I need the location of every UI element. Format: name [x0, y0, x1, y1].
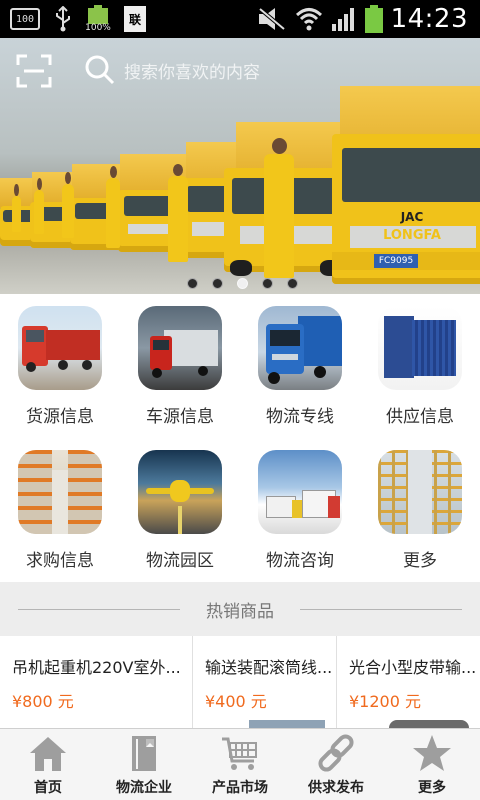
tab-logistics-companies[interactable]: 物流企业 — [96, 729, 192, 800]
category-label: 供应信息 — [386, 407, 454, 427]
tab-label: 首页 — [34, 780, 62, 796]
search-icon[interactable] — [84, 54, 116, 86]
red-truck-image — [18, 306, 102, 390]
status-bar: 100 100% 联 14:23 — [0, 0, 480, 38]
wifi-icon — [295, 8, 322, 31]
cargo-truck-image — [138, 306, 222, 390]
carousel-dot[interactable] — [186, 278, 198, 289]
worker — [264, 138, 294, 278]
mute-icon — [258, 7, 285, 31]
carousel-dot-active[interactable] — [236, 278, 248, 289]
product-card[interactable]: 光合小型皮带输... ¥1200 元 — [336, 636, 480, 728]
category-purchase-info[interactable]: 求购信息 — [0, 438, 120, 582]
usb-icon — [56, 6, 70, 32]
product-thumbnail — [389, 720, 469, 728]
tab-supply-demand[interactable]: 供求发布 — [288, 729, 384, 800]
search-input[interactable]: 搜索你喜欢的内容 — [124, 58, 260, 83]
building-icon — [132, 736, 156, 771]
worker — [106, 166, 120, 248]
tab-label: 更多 — [418, 780, 446, 796]
cart-icon — [222, 737, 257, 770]
battery-icon — [364, 5, 383, 33]
tab-product-market[interactable]: 产品市场 — [192, 729, 288, 800]
carousel-indicator — [0, 278, 480, 292]
category-supply-info[interactable]: 供应信息 — [360, 294, 480, 438]
container-image — [378, 306, 462, 390]
product-name: 光合小型皮带输... — [349, 658, 477, 677]
category-logistics-park[interactable]: 物流园区 — [120, 438, 240, 582]
truck-model: LONGFA — [383, 228, 441, 243]
product-price: ¥1200 元 — [349, 692, 421, 711]
warehouse-image — [18, 450, 102, 534]
tab-more[interactable]: 更多 — [384, 729, 480, 800]
signal-icon — [331, 8, 354, 31]
category-more[interactable]: 更多 — [360, 438, 480, 582]
worker — [62, 172, 74, 238]
hot-products-list: 吊机起重机220V室外... ¥800 元 输送装配滚筒线... ¥400 元 … — [0, 636, 480, 728]
link-icon — [318, 734, 354, 772]
status-right: 14:23 — [257, 4, 468, 34]
scan-icon[interactable] — [16, 54, 52, 88]
blue-truck-image — [258, 306, 342, 390]
product-name: 吊机起重机220V室外... — [12, 658, 181, 677]
airplane-image — [138, 450, 222, 534]
storage-racks-image — [378, 450, 462, 534]
category-label: 求购信息 — [26, 551, 94, 571]
banner-carousel[interactable]: JAC LONGFA FC9095 搜索你喜欢的内容 — [0, 38, 480, 294]
status-left: 100 100% 联 — [10, 5, 146, 33]
main-truck: JAC LONGFA FC9095 — [332, 134, 480, 284]
product-name: 输送装配滚筒线... — [205, 658, 333, 677]
carousel-dot[interactable] — [286, 278, 298, 289]
category-cargo-info[interactable]: 货源信息 — [0, 294, 120, 438]
divider — [300, 609, 462, 610]
category-label: 物流咨询 — [266, 551, 334, 571]
category-label: 物流园区 — [146, 551, 214, 571]
hot-products-header: 热销商品 — [0, 582, 480, 636]
category-label: 更多 — [403, 551, 437, 571]
worker — [34, 178, 44, 234]
carousel-dot[interactable] — [261, 278, 273, 289]
notification-badge: 100 — [10, 8, 40, 30]
home-icon — [30, 737, 66, 771]
carousel-dot[interactable] — [211, 278, 223, 289]
worker — [12, 184, 21, 232]
category-label: 车源信息 — [146, 407, 214, 427]
category-logistics-consult[interactable]: 物流咨询 — [240, 438, 360, 582]
tab-home[interactable]: 首页 — [0, 729, 96, 800]
worker — [168, 164, 188, 262]
search-bar[interactable]: 搜索你喜欢的内容 — [0, 38, 480, 102]
category-label: 物流专线 — [266, 407, 334, 427]
document-icon: 联 — [124, 6, 146, 32]
battery-full-icon: 100% — [85, 5, 111, 33]
clock: 14:23 — [390, 4, 468, 34]
trucks-sky-image — [258, 450, 342, 534]
tab-label: 供求发布 — [308, 780, 364, 796]
category-vehicle-info[interactable]: 车源信息 — [120, 294, 240, 438]
category-grid: 货源信息 车源信息 物流专线 供应信息 求购信息 物流园区 物流咨询 更多 — [0, 294, 480, 582]
tab-label: 物流企业 — [116, 780, 172, 796]
bottom-tab-bar: 首页 物流企业 产品市场 供求发布 更多 — [0, 728, 480, 800]
category-label: 货源信息 — [26, 407, 94, 427]
product-card[interactable]: 吊机起重机220V室外... ¥800 元 — [0, 636, 192, 728]
tab-label: 产品市场 — [212, 780, 268, 796]
truck-brand: JAC — [400, 210, 424, 224]
product-thumbnail — [249, 720, 325, 728]
product-card[interactable]: 输送装配滚筒线... ¥400 元 — [192, 636, 336, 728]
product-price: ¥800 元 — [12, 692, 74, 711]
license-plate: FC9095 — [374, 254, 418, 268]
star-icon — [413, 735, 451, 771]
product-price: ¥400 元 — [205, 692, 267, 711]
category-logistics-line[interactable]: 物流专线 — [240, 294, 360, 438]
